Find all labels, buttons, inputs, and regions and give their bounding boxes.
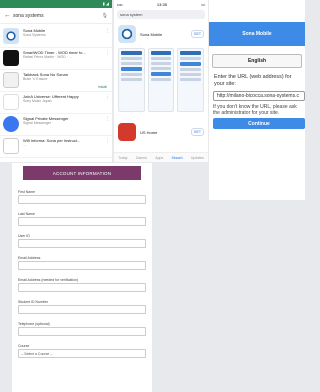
talkback-app-icon [3, 72, 19, 88]
search-input[interactable]: sona systems [13, 13, 102, 19]
timer-app-icon [3, 50, 19, 66]
top-spacer [209, 0, 305, 22]
form-field: Email Address (needed for verification) [18, 278, 146, 292]
last-name-input[interactable] [18, 217, 146, 226]
app-developer: Signal Messenger [23, 121, 52, 125]
screenshot-preview [118, 48, 145, 112]
more-options-icon[interactable]: ⋮ [105, 50, 110, 67]
language-value: English [247, 58, 267, 64]
sona-app-icon [3, 28, 19, 44]
app-developer: Rafael Pérez Martín · WOD · ... [23, 55, 72, 59]
play-store-panel: ▮ ◢ ← sona systems 🎙 Sona Mobile Sona Sys… [0, 0, 112, 162]
more-options-icon[interactable]: ⋮ [105, 28, 110, 45]
course-value: -- Select a Course -- [21, 351, 53, 356]
joystick-app-icon [3, 94, 19, 110]
account-form-panel: ACCOUNT INFORMATION First Name Last Name… [12, 163, 152, 392]
sona-app-icon [118, 25, 136, 43]
app-name: US Home [140, 129, 158, 135]
list-item[interactable]: SmartWOD Timer - WOD timer fo... Rafael P… [0, 48, 112, 70]
get-button[interactable]: GET [190, 128, 204, 136]
status-bar: ▮ ◢ [0, 0, 112, 8]
back-arrow-icon[interactable]: ← [4, 12, 13, 19]
first-name-input[interactable] [18, 195, 146, 204]
tab-today[interactable]: Today [118, 156, 127, 160]
course-select[interactable]: -- Select a Course -- [18, 349, 146, 358]
email-verify-input[interactable] [18, 283, 146, 292]
form-field: First Name [18, 190, 146, 204]
form-field: Telephone (optional) [18, 322, 146, 336]
list-item[interactable]: Sona Mobile Sona Systems ⋮ [0, 26, 112, 48]
student-id-input[interactable] [18, 305, 146, 314]
home-app-icon [118, 123, 136, 141]
form-field: Student ID Number [18, 300, 146, 314]
tab-apps[interactable]: Apps [155, 156, 163, 160]
enter-url-label: Enter the URL (web address) for your sit… [214, 74, 292, 87]
app-developer: Brain 'n' Ensure [23, 77, 48, 81]
help-text: If you don't know the URL, please ask th… [213, 104, 297, 116]
app-result[interactable]: US Home GET [114, 115, 208, 143]
form-field: Email Address [18, 256, 146, 270]
form-field: Last Name [18, 212, 146, 226]
more-options-icon[interactable]: ⋮ [105, 116, 110, 133]
url-input[interactable]: http://milano-bicocca.sona-systems.c [213, 91, 305, 101]
get-button[interactable]: GET [190, 30, 204, 38]
wifi-app-icon [3, 138, 19, 154]
page-title: Sona Mobile [242, 31, 272, 37]
search-input[interactable]: sona system [117, 10, 205, 19]
composite-screenshot: ▮ ◢ ← sona systems 🎙 Sona Mobile Sona Sys… [0, 0, 305, 392]
app-list: Sona Mobile Sona Systems ⋮ SmartWOD Timer… [0, 24, 112, 158]
language-select[interactable]: English [212, 54, 302, 68]
app-developer: ... [23, 143, 26, 147]
app-store-panel: •••• 13:35 ▭ sona system Sona Mobile GET… [114, 0, 208, 162]
app-developer: Sony Music Japan [23, 99, 52, 103]
screenshot-previews [114, 45, 208, 115]
screenshot-preview [177, 48, 205, 112]
app-name: Sona Mobile [140, 31, 163, 37]
search-query: sona system [120, 12, 143, 17]
search-bar[interactable]: ← sona systems 🎙 [0, 8, 112, 24]
tab-bar: Today Games Apps Search Updates [114, 152, 208, 162]
title-bar: Sona Mobile [209, 22, 305, 46]
install-label[interactable]: Install [98, 85, 107, 89]
list-item[interactable]: Signal Private Messenger Signal Messenger… [0, 114, 112, 136]
continue-label: Continue [248, 120, 270, 127]
tab-games[interactable]: Games [136, 156, 147, 160]
list-item[interactable]: JoinA Universe: Ufferent Happy Sony Music… [0, 92, 112, 114]
list-item[interactable]: Wifi Informa: Sona per Instruct...... ⋮ [0, 136, 112, 158]
list-item[interactable]: Talkback Sona No Sonan Brain 'n' Ensure I… [0, 70, 112, 92]
email-input[interactable] [18, 261, 146, 270]
app-result[interactable]: Sona Mobile GET [114, 21, 208, 45]
user-id-input[interactable] [18, 239, 146, 248]
microphone-icon[interactable]: 🎙 [102, 13, 108, 19]
status-icons: ▮ ◢ [102, 1, 109, 6]
status-carrier: •••• [117, 1, 123, 7]
sona-login-panel: Sona Mobile English Enter the URL (web a… [209, 0, 305, 200]
more-options-icon[interactable]: ⋮ [105, 138, 110, 155]
form-header: ACCOUNT INFORMATION [23, 166, 141, 180]
more-options-icon[interactable]: ⋮ [105, 94, 110, 111]
form-field: Course -- Select a Course -- [18, 344, 146, 358]
telephone-input[interactable] [18, 327, 146, 336]
form-field: User ID [18, 234, 146, 248]
app-developer: Sona Systems [23, 33, 46, 37]
url-value: http://milano-bicocca.sona-systems.c [217, 93, 299, 99]
tab-updates[interactable]: Updates [191, 156, 204, 160]
signal-app-icon [3, 116, 19, 132]
screenshot-preview [147, 48, 175, 112]
status-time: 13:35 [156, 1, 167, 7]
battery-icon: ▭ [201, 1, 205, 7]
form-title: ACCOUNT INFORMATION [52, 170, 112, 176]
continue-button[interactable]: Continue [213, 118, 305, 129]
status-bar: •••• 13:35 ▭ [114, 0, 208, 8]
tab-search[interactable]: Search [171, 156, 182, 160]
